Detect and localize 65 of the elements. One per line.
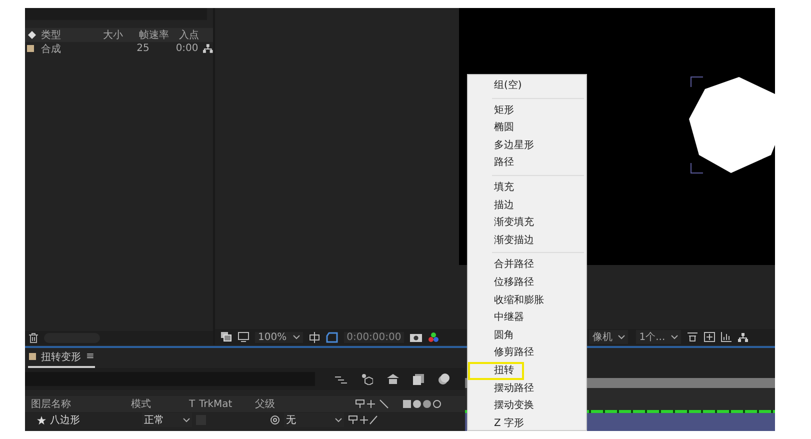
caret-icon [671, 334, 678, 340]
stack-icon[interactable] [387, 374, 399, 384]
caret-icon [618, 334, 626, 340]
menu-item[interactable]: 多边星形 [468, 136, 586, 154]
pick-whip-icon[interactable] [270, 415, 280, 425]
node-icon[interactable] [335, 374, 347, 384]
timecode-field[interactable]: 0:00:00:00 [344, 332, 404, 342]
caret-icon [183, 418, 190, 422]
layer-name[interactable]: 八边形 [50, 413, 138, 427]
cube-icon[interactable] [361, 373, 373, 385]
menu-item[interactable]: 摆动变换 [468, 397, 586, 415]
menu-item[interactable]: 位移路径 [468, 274, 586, 292]
caret-icon [292, 334, 300, 340]
label-swatch [27, 45, 34, 52]
menu-item[interactable]: 渐变描边 [468, 232, 586, 250]
menu-item[interactable]: 摆动路径 [468, 380, 586, 398]
column-header[interactable]: 入点 [179, 28, 203, 42]
label-icon [27, 30, 37, 40]
layers-icon[interactable] [221, 332, 232, 342]
camera-dropdown[interactable]: 像机 [589, 330, 628, 344]
column-header[interactable]: 模式 [131, 397, 189, 411]
film-icon[interactable] [413, 374, 424, 384]
color-channels-icon[interactable] [428, 332, 440, 342]
mode-dropdown[interactable]: 正常 [142, 413, 192, 427]
camera-icon[interactable] [410, 332, 422, 342]
views-dropdown[interactable]: 1个... [636, 330, 682, 344]
item-frame-rate: 25 [136, 43, 150, 54]
menu-item[interactable]: 椭圆 [468, 119, 586, 137]
hierarchy-icon [203, 44, 213, 53]
menu-item[interactable]: 圆角 [468, 326, 586, 344]
mask-icon[interactable] [326, 332, 338, 342]
motion-blur-icon[interactable] [438, 373, 450, 385]
menu-item[interactable]: 组(空) [468, 77, 586, 95]
layer-switches-icon[interactable] [348, 415, 378, 425]
monitor-icon[interactable] [238, 332, 249, 342]
menu-item[interactable]: 渐变填充 [468, 214, 586, 232]
menu-item[interactable]: 扭转 [468, 362, 524, 380]
star-icon [37, 416, 46, 424]
item-type: 合成 [40, 42, 62, 56]
column-header[interactable]: 帧速率 [139, 28, 175, 42]
column-header[interactable]: T [189, 398, 199, 410]
menu-item[interactable]: Z 字形 [468, 414, 586, 431]
region-icon[interactable] [704, 332, 716, 342]
chart-icon[interactable] [721, 332, 732, 342]
menu-item[interactable]: 矩形 [468, 102, 586, 120]
menu-item[interactable]: 合并路径 [468, 256, 586, 274]
menu-item[interactable]: 修剪路径 [468, 344, 586, 362]
item-in-point: 0:00 [176, 43, 200, 54]
menu-item[interactable]: 中继器 [468, 309, 586, 327]
column-header[interactable]: 类型 [41, 28, 99, 42]
layer-switches-icon [355, 399, 441, 409]
column-header[interactable]: 父级 [255, 397, 355, 411]
caret-icon [335, 418, 342, 422]
menu-item[interactable]: 路径 [468, 154, 586, 172]
parent-dropdown[interactable]: 无 [284, 413, 344, 427]
column-header[interactable]: TrkMat [199, 398, 255, 410]
hierarchy-icon[interactable] [738, 332, 748, 342]
column-header[interactable]: 大小 [103, 28, 135, 42]
menu-item[interactable]: 描边 [468, 196, 586, 214]
column-header[interactable]: 图层名称 [31, 397, 131, 411]
trash-icon[interactable] [29, 333, 38, 343]
search-field[interactable] [25, 372, 315, 386]
menu-item[interactable]: 收缩和膨胀 [468, 292, 586, 310]
menu-item[interactable]: 填充 [468, 178, 586, 197]
zoom-dropdown[interactable]: 100% [255, 332, 303, 342]
